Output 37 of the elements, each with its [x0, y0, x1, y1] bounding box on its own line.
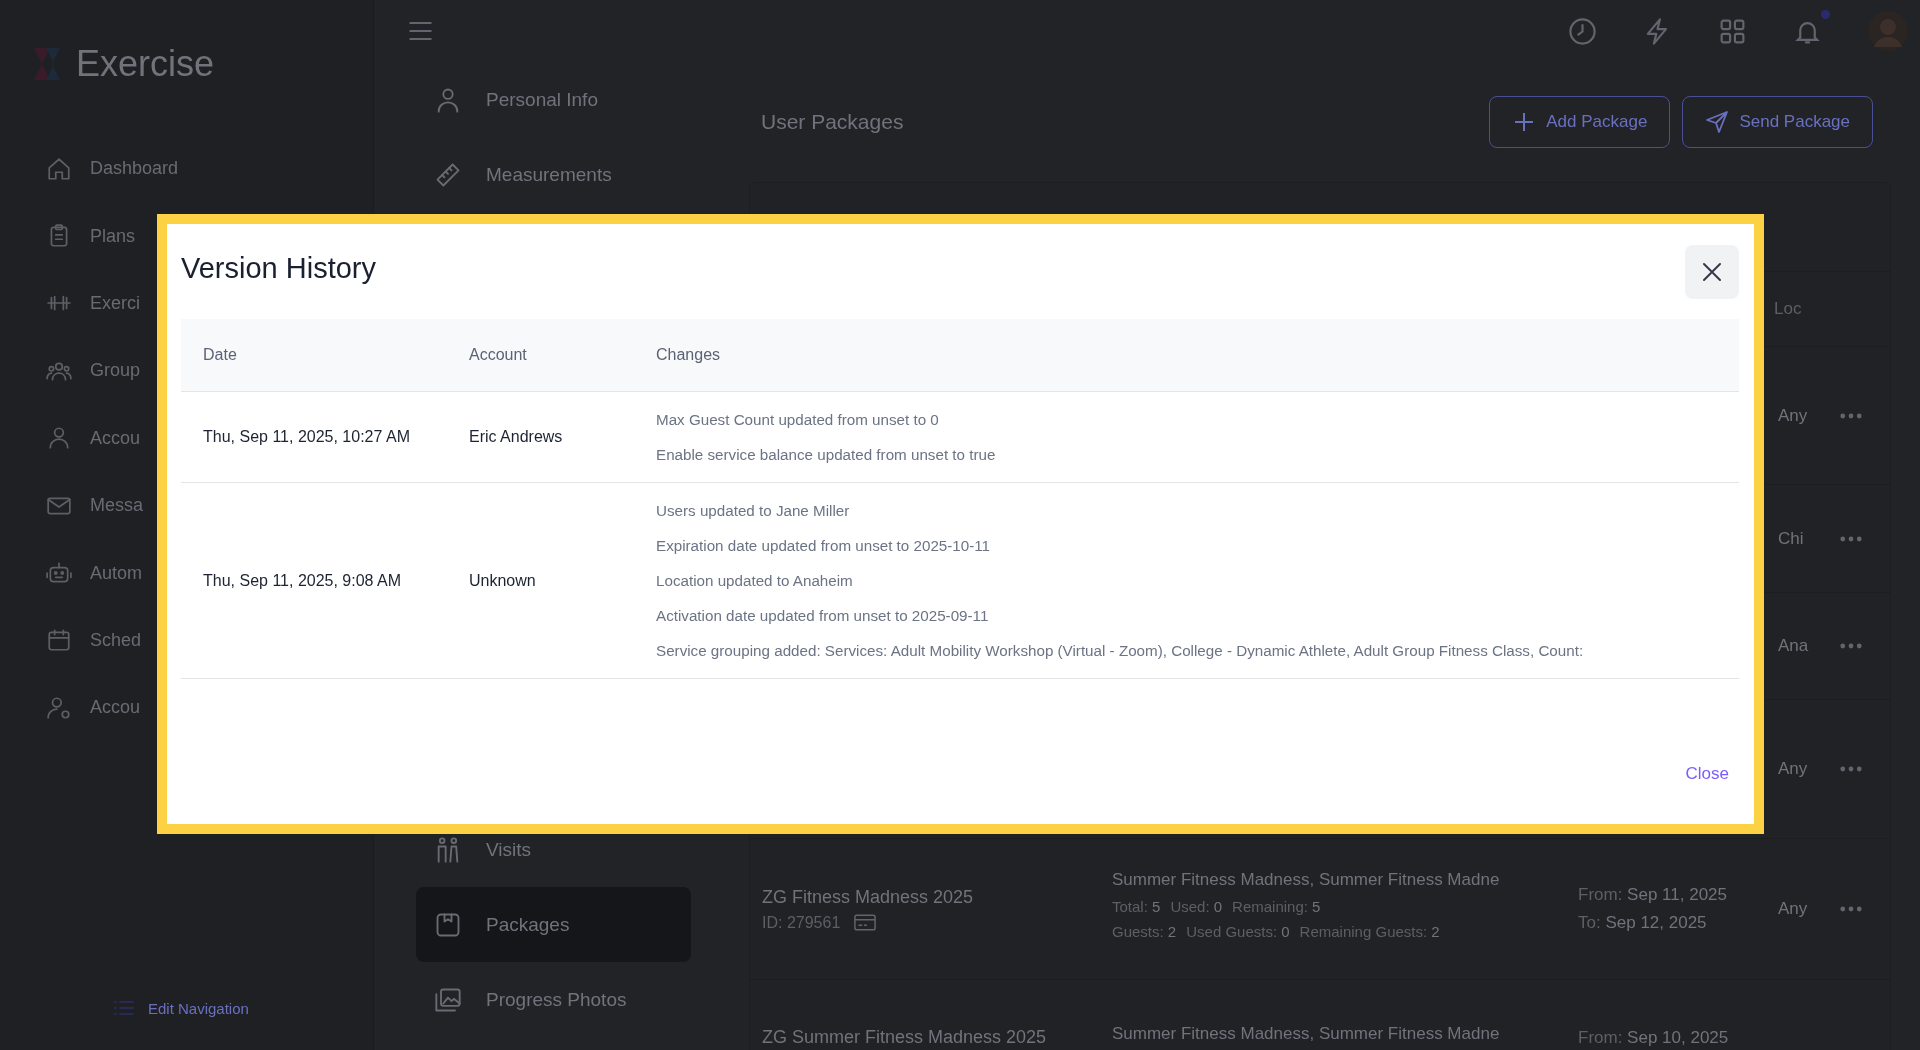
stat-text: Total: 5 — [1112, 898, 1161, 915]
location-text: Any — [1778, 899, 1809, 919]
date-cell: Thu, Sep 11, 2025, 10:27 AM — [203, 428, 410, 445]
services-text: Summer Fitness Madness, Summer Fitness Madne — [1112, 1023, 1501, 1044]
stat-text: Remaining Guests: 2 — [1299, 923, 1440, 940]
dialog-title: Version History — [181, 252, 376, 285]
column-heading: Date — [202, 346, 238, 364]
page-title: User Packages — [761, 110, 904, 134]
package-id: ID: 279561 — [762, 913, 841, 932]
change-text: Enable service balance updated from unset to true — [656, 445, 997, 465]
location-text: Chi — [1778, 528, 1805, 549]
location-text: Any — [1778, 759, 1809, 779]
location-text: Ana — [1778, 636, 1810, 656]
services-text: Summer Fitness Madness, Summer Fitness Madne — [1112, 870, 1501, 890]
change-text: Expiration date updated from unset to 2025-10-11 — [656, 536, 992, 556]
stat-text: Remaining: 5 — [1232, 898, 1321, 915]
stat-text: Guests: 2 — [1112, 923, 1177, 940]
stat-text: Used Guests: 0 — [1186, 923, 1290, 940]
change-text: Max Guest Count updated from unset to 0 — [656, 410, 940, 430]
date-cell: Thu, Sep 11, 2025, 9:08 AM — [203, 571, 402, 589]
account-cell: Unknown — [469, 571, 536, 589]
date-text: From: Sep 10, 2025 — [1578, 1027, 1730, 1048]
app-title: Exercise — [76, 43, 215, 85]
column-heading: Changes — [655, 346, 722, 364]
stat-text: Used: 0 — [1170, 898, 1223, 915]
account-cell: Eric Andrews — [469, 428, 563, 445]
column-heading: Loc — [1774, 299, 1803, 319]
date-text: From: Sep 11, 2025 — [1578, 885, 1728, 905]
package-name: ZG Fitness Madness 2025 — [762, 886, 975, 908]
package-name: ZG Summer Fitness Madness 2025 — [762, 1027, 1048, 1048]
change-text: Users updated to Jane Miller — [656, 501, 851, 521]
location-text: Any — [1778, 405, 1809, 426]
change-text: Location updated to Anaheim — [656, 571, 854, 591]
change-text: Activation date updated from unset to 2025-09-11 — [656, 606, 990, 626]
change-text: Service grouping added: Services: Adult Mobility Workshop (Virtual - Zoom), College - Dynamic Athlete, Adult Group Fitness Class, Count: — [656, 641, 1585, 661]
date-text: To: Sep 12, 2025 — [1578, 913, 1708, 933]
column-heading: Account — [468, 346, 528, 364]
